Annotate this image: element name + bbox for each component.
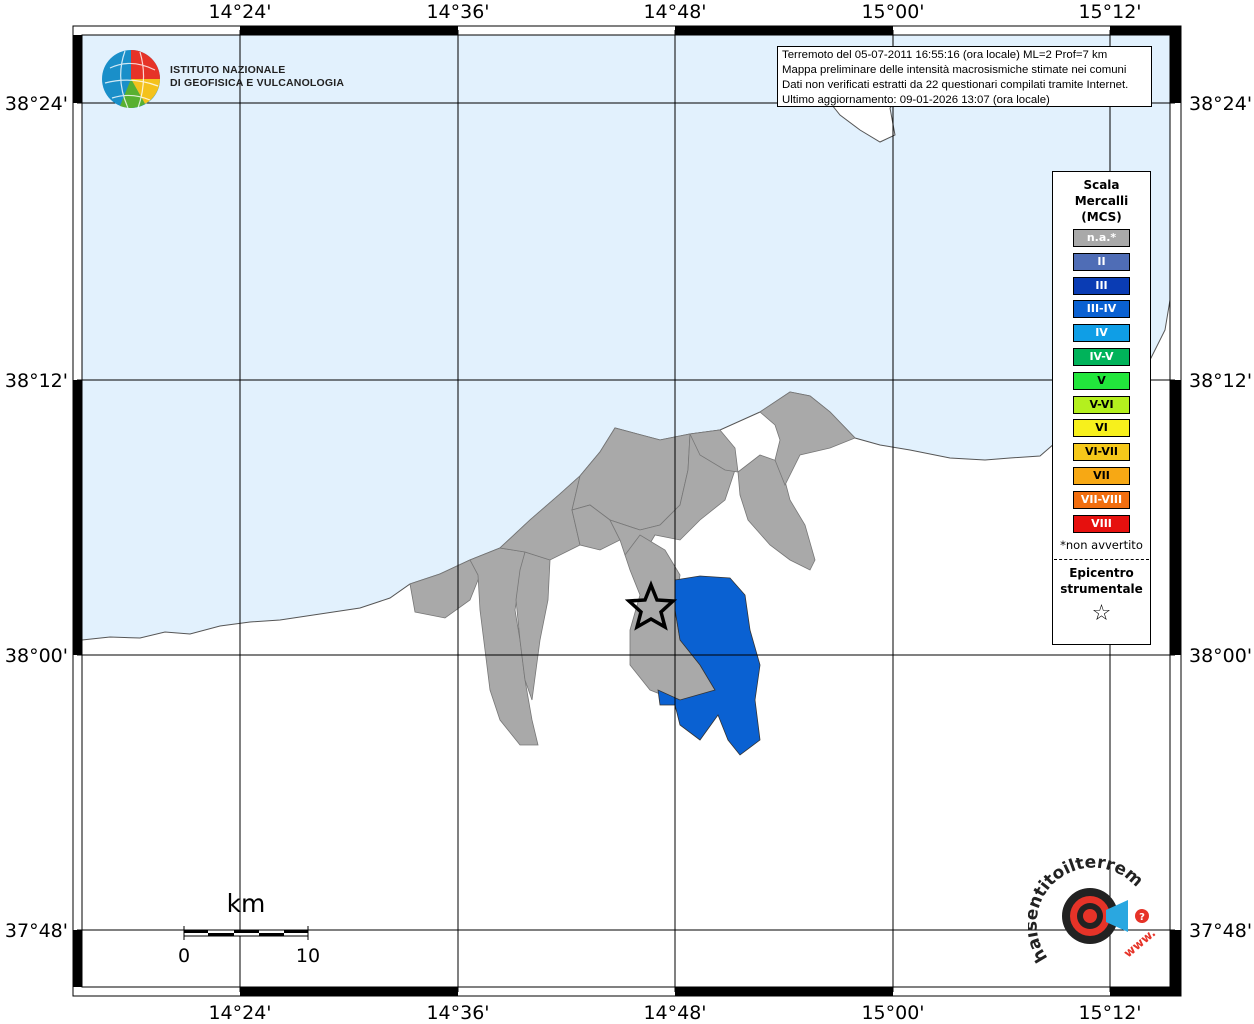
legend-swatch: III-IV xyxy=(1073,300,1130,319)
lon-label: 15°00' xyxy=(861,1002,924,1024)
data-note: Dati non verificati estratti da 22 quest… xyxy=(782,79,1129,91)
legend-swatch: VI xyxy=(1073,419,1130,438)
legend-swatch: VII xyxy=(1073,466,1130,485)
lat-label: 38°12' xyxy=(1189,370,1252,392)
scale-tick: 0 xyxy=(178,945,190,967)
scale-unit: km xyxy=(227,889,266,918)
legend-title-line: (MCS) xyxy=(1081,210,1122,224)
legend-epicenter-line: strumentale xyxy=(1060,582,1143,597)
lat-label: 37°48' xyxy=(5,920,68,942)
lat-label: 37°48' xyxy=(1189,920,1252,942)
lon-label: 14°36' xyxy=(426,1,489,23)
legend-swatch: VI-VII xyxy=(1073,443,1130,462)
legend-title-line: Mercalli xyxy=(1074,194,1129,208)
legend-swatch: IV xyxy=(1073,324,1130,343)
lon-labels-top: 14°24' 14°36' 14°48' 15°00' 15°12' xyxy=(208,1,1141,23)
lat-label: 38°12' xyxy=(5,370,68,392)
map-description: Mappa preliminare delle intensità macros… xyxy=(782,64,1127,76)
intensity-legend: Scala Mercalli (MCS) n.a.* II III III-IV IV I… xyxy=(1052,171,1151,645)
lon-label: 15°12' xyxy=(1078,1002,1141,1024)
legend-swatch: VII-VIII xyxy=(1073,490,1130,509)
ingv-name: ISTITUTO NAZIONALE DI GEOFISICA E VULCAN… xyxy=(170,64,344,90)
legend-swatch: II xyxy=(1073,252,1130,271)
ingv-globe-icon xyxy=(102,50,160,109)
lon-label: 14°24' xyxy=(208,1002,271,1024)
legend-note: *non avvertito xyxy=(1060,538,1143,553)
legend-swatch: IV-V xyxy=(1073,347,1130,366)
lat-labels-left: 38°24' 38°12' 38°00' 37°48' xyxy=(5,93,68,942)
lat-label: 38°00' xyxy=(1189,645,1252,667)
lon-label: 14°48' xyxy=(643,1002,706,1024)
ingv-line: ISTITUTO NAZIONALE xyxy=(170,64,286,76)
legend-divider xyxy=(1054,559,1149,561)
event-info-box: Terremoto del 05-07-2011 16:55:16 (ora l… xyxy=(777,46,1152,107)
legend-title: Scala Mercalli (MCS) xyxy=(1053,177,1150,225)
lon-label: 14°48' xyxy=(643,1,706,23)
legend-swatch: V xyxy=(1073,371,1130,390)
scale-tick: 10 xyxy=(296,945,320,967)
haisentito-logo-graphic: ? haisentitoilterremoto.it www. xyxy=(1021,843,1158,966)
lon-label: 15°12' xyxy=(1078,1,1141,23)
legend-swatch: n.a.* xyxy=(1073,229,1130,247)
legend-swatches: n.a.* II III III-IV IV IV-V V V-VI VI VI-VII VII VI… xyxy=(1053,229,1150,533)
last-update: Ultimo aggiornamento: 09-01-2026 13:07 (… xyxy=(782,94,1050,106)
lat-label: 38°24' xyxy=(1189,93,1252,115)
lon-label: 15°00' xyxy=(861,1,924,23)
legend-epicenter-label: Epicentro strumentale xyxy=(1053,565,1150,597)
haisentito-logo[interactable]: ? haisentitoilterremoto.it www. xyxy=(1021,843,1160,978)
event-title: Terremoto del 05-07-2011 16:55:16 (ora l… xyxy=(782,49,1108,61)
legend-title-line: Scala xyxy=(1083,178,1120,192)
legend-swatch: V-VI xyxy=(1073,395,1130,414)
legend-epicenter-line: Epicentro xyxy=(1069,566,1134,581)
lat-labels-right: 38°24' 38°12' 38°00' 37°48' xyxy=(1189,93,1252,942)
lat-label: 38°00' xyxy=(5,645,68,667)
lon-label: 14°36' xyxy=(426,1002,489,1024)
star-outline-icon: ☆ xyxy=(1091,601,1112,627)
lat-label: 38°24' xyxy=(5,93,68,115)
ingv-line: DI GEOFISICA E VULCANOLOGIA xyxy=(170,77,345,89)
legend-swatch: VIII xyxy=(1073,514,1130,533)
lon-labels-bottom: 14°24' 14°36' 14°48' 15°00' 15°12' xyxy=(208,1002,1141,1024)
svg-text:?: ? xyxy=(1139,912,1145,923)
lon-label: 14°24' xyxy=(208,1,271,23)
legend-swatch: III xyxy=(1073,276,1130,295)
